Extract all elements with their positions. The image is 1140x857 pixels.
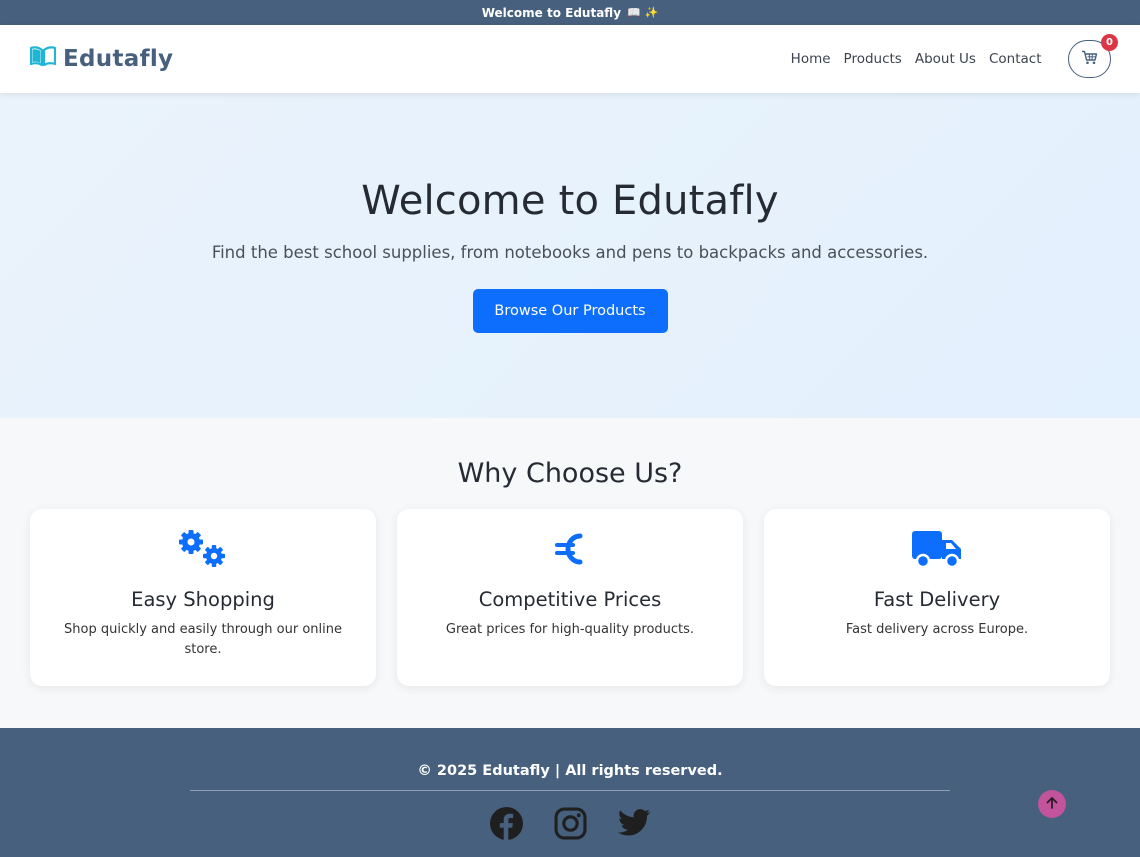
social-links: [489, 806, 651, 840]
feature-text: Great prices for high-quality products.: [445, 622, 695, 637]
feature-text: Shop quickly and easily through our onli…: [64, 622, 342, 657]
nav-link-products[interactable]: Products: [837, 51, 908, 67]
instagram-icon[interactable]: [553, 806, 587, 840]
feature-card-fast-delivery: Fast Delivery Fast delivery across Europ…: [764, 509, 1110, 686]
why-choose-us-section: Why Choose Us? Easy Shopping Shop quickl…: [0, 418, 1140, 728]
back-to-top-button[interactable]: [1038, 790, 1066, 818]
announcement-bar: Welcome to Edutafly 📖 ✨: [0, 0, 1140, 25]
cart-button[interactable]: 0: [1068, 34, 1118, 78]
euro-icon: [555, 527, 585, 571]
announcement-text: Welcome to Edutafly: [481, 5, 622, 20]
feature-card-competitive-prices: Competitive Prices Great prices for high…: [397, 509, 743, 686]
section-title: Why Choose Us?: [457, 458, 683, 489]
footer-divider: [190, 790, 950, 791]
browse-products-button[interactable]: Browse Our Products: [472, 289, 668, 333]
book-icon: [29, 46, 57, 72]
brand-logo[interactable]: Edutafly: [29, 46, 174, 72]
gears-icon: [177, 527, 229, 571]
cart-icon: [1081, 50, 1098, 69]
nav-link-about[interactable]: About Us: [908, 51, 982, 67]
feature-title: Easy Shopping: [131, 588, 275, 611]
cart-count-badge: 0: [1101, 34, 1118, 51]
nav-links: Home Products About Us Contact: [784, 51, 1048, 67]
feature-title: Fast Delivery: [873, 588, 1001, 611]
feature-title: Competitive Prices: [478, 588, 662, 611]
twitter-icon[interactable]: [617, 806, 651, 840]
nav-link-contact[interactable]: Contact: [982, 51, 1048, 67]
nav-link-home[interactable]: Home: [784, 51, 837, 67]
truck-icon: [911, 527, 963, 571]
hero-section: Welcome to Edutafly Find the best school…: [0, 93, 1140, 418]
hero-subtitle: Find the best school supplies, from note…: [211, 243, 929, 262]
announcement-emoji: 📖 ✨: [627, 6, 659, 19]
brand-name: Edutafly: [63, 46, 174, 72]
feature-card-easy-shopping: Easy Shopping Shop quickly and easily th…: [30, 509, 376, 686]
facebook-icon[interactable]: [489, 806, 523, 840]
copyright-text: © 2025 Edutafly | All rights reserved.: [417, 763, 723, 779]
footer: © 2025 Edutafly | All rights reserved.: [0, 728, 1140, 857]
feature-text: Fast delivery across Europe.: [845, 622, 1029, 637]
navbar: Edutafly Home Products About Us Contact …: [0, 25, 1140, 93]
arrow-up-icon: [1045, 795, 1059, 814]
hero-title: Welcome to Edutafly: [361, 178, 779, 224]
